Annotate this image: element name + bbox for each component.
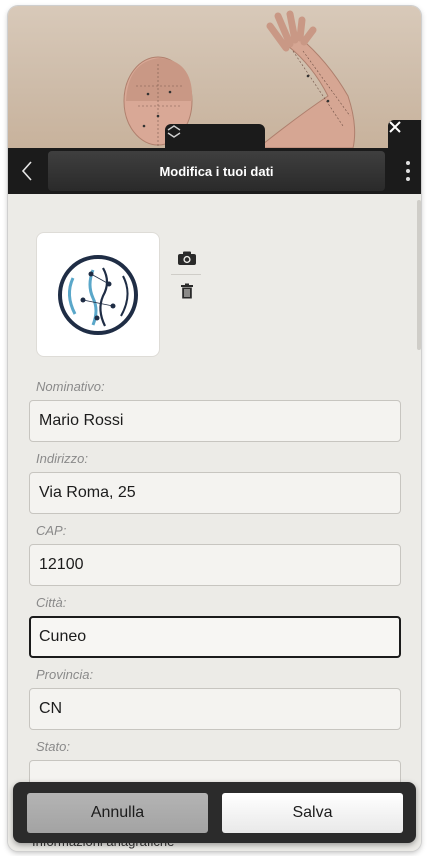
more-vertical-icon — [406, 161, 410, 165]
field-label: Città: — [36, 595, 67, 610]
delete-photo-button[interactable] — [171, 277, 203, 305]
take-photo-button[interactable] — [171, 244, 203, 272]
profile-photo[interactable] — [36, 232, 160, 357]
field-provincia: Provincia: CN — [29, 667, 401, 730]
field-indirizzo: Indirizzo: Via Roma, 25 — [29, 451, 401, 514]
field-label: Nominativo: — [36, 379, 105, 394]
divider — [171, 274, 201, 275]
field-label: Provincia: — [36, 667, 94, 682]
close-button[interactable] — [388, 120, 421, 148]
collapse-handle[interactable] — [165, 124, 265, 148]
cap-input[interactable]: 12100 — [29, 544, 401, 586]
indirizzo-input[interactable]: Via Roma, 25 — [29, 472, 401, 514]
more-menu-button[interactable] — [401, 156, 415, 186]
field-label: Indirizzo: — [36, 451, 89, 466]
chevron-up-down-icon — [167, 125, 181, 138]
field-cap: CAP: 12100 — [29, 523, 401, 586]
back-button[interactable] — [8, 148, 46, 194]
camera-icon — [178, 251, 196, 265]
spine-logo — [58, 254, 138, 335]
field-label: CAP: — [36, 523, 67, 538]
field-label: Stato: — [36, 739, 70, 754]
photo-actions — [171, 244, 203, 305]
scrollbar[interactable] — [417, 200, 421, 350]
provincia-input[interactable]: CN — [29, 688, 401, 730]
app-window: Modifica i tuoi dati Nominativo: Mario R… — [8, 6, 421, 851]
close-icon — [389, 121, 401, 133]
nominativo-input[interactable]: Mario Rossi — [29, 400, 401, 442]
chevron-left-icon — [21, 161, 32, 181]
form-content: Nominativo: Mario Rossi Indirizzo: Via R… — [8, 194, 421, 851]
save-button[interactable]: Salva — [222, 793, 403, 833]
field-citta: Città: Cuneo — [29, 595, 401, 658]
citta-input[interactable]: Cuneo — [29, 616, 401, 658]
page-title: Modifica i tuoi dati — [48, 151, 385, 191]
toolbar: Modifica i tuoi dati — [8, 148, 421, 194]
cancel-button[interactable]: Annulla — [27, 793, 208, 833]
action-bar: Annulla Salva — [13, 782, 416, 843]
hero-illustration — [8, 6, 421, 148]
trash-icon — [181, 283, 193, 299]
field-nominativo: Nominativo: Mario Rossi — [29, 379, 401, 442]
